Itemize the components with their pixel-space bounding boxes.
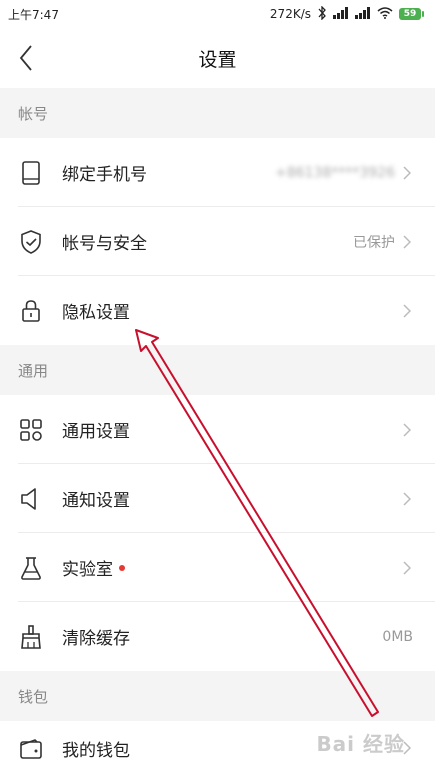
row-label: 通用设置 <box>62 422 130 442</box>
row-label: 绑定手机号 <box>62 165 147 185</box>
chevron-right-icon <box>403 560 413 576</box>
broom-icon <box>18 624 44 650</box>
network-speed: 272K/s <box>269 7 311 21</box>
nav-bar: 设置 <box>0 28 435 88</box>
row-bind-phone[interactable]: 绑定手机号 +86138****3926 <box>0 138 435 207</box>
row-account-security[interactable]: 帐号与安全 已保护 <box>0 207 435 276</box>
row-notification-settings[interactable]: 通知设置 <box>0 464 435 533</box>
signal-icon <box>355 6 371 22</box>
chevron-right-icon <box>403 422 413 438</box>
lock-icon <box>18 298 44 324</box>
watermark-logo: Bai 经验 <box>316 732 405 756</box>
chevron-right-icon <box>403 491 413 507</box>
page-title: 设置 <box>198 48 237 71</box>
section-header-label: 通用 <box>18 361 49 380</box>
section-header-general: 通用 <box>0 345 435 395</box>
shield-icon <box>18 229 44 255</box>
status-icons: 272K/s 59 <box>269 4 424 23</box>
section-header-label: 帐号 <box>18 104 49 123</box>
row-value-phone-number: +86138****3926 <box>275 164 395 181</box>
row-label: 清除缓存 <box>62 629 130 649</box>
chevron-right-icon <box>403 303 413 319</box>
new-badge-dot <box>119 564 125 571</box>
phone-icon <box>18 160 44 186</box>
wallet-icon <box>18 736 44 762</box>
row-label: 帐号与安全 <box>62 234 147 254</box>
row-label: 实验室 <box>62 560 113 580</box>
flask-icon <box>18 555 44 581</box>
back-button[interactable] <box>8 40 44 76</box>
row-general-settings[interactable]: 通用设置 <box>0 395 435 464</box>
battery-icon: 59 <box>399 8 424 20</box>
row-lab[interactable]: 实验室 <box>0 533 435 602</box>
row-label-with-badge: 实验室 <box>62 555 403 580</box>
chevron-right-icon <box>403 165 413 181</box>
row-label: 隐私设置 <box>62 303 130 323</box>
grid-icon <box>18 417 44 443</box>
chevron-right-icon <box>403 234 413 250</box>
row-privacy-settings[interactable]: 隐私设置 <box>0 276 435 345</box>
status-bar: 上午7:47 272K/s 59 <box>0 0 435 28</box>
status-time: 上午7:47 <box>8 7 59 22</box>
row-value-protected: 已保护 <box>353 234 395 251</box>
bluetooth-icon <box>317 4 327 23</box>
chevron-left-icon <box>19 45 32 71</box>
section-header-wallet: 钱包 <box>0 671 435 721</box>
row-label: 通知设置 <box>62 491 130 511</box>
section-header-account: 帐号 <box>0 88 435 138</box>
wifi-icon <box>377 6 393 22</box>
signal-icon <box>333 6 349 22</box>
section-header-label: 钱包 <box>18 687 49 706</box>
row-value-cache-size: 0MB <box>382 628 413 645</box>
battery-level: 59 <box>403 9 417 19</box>
speaker-icon <box>18 486 44 512</box>
row-clear-cache[interactable]: 清除缓存 0MB <box>0 602 435 671</box>
